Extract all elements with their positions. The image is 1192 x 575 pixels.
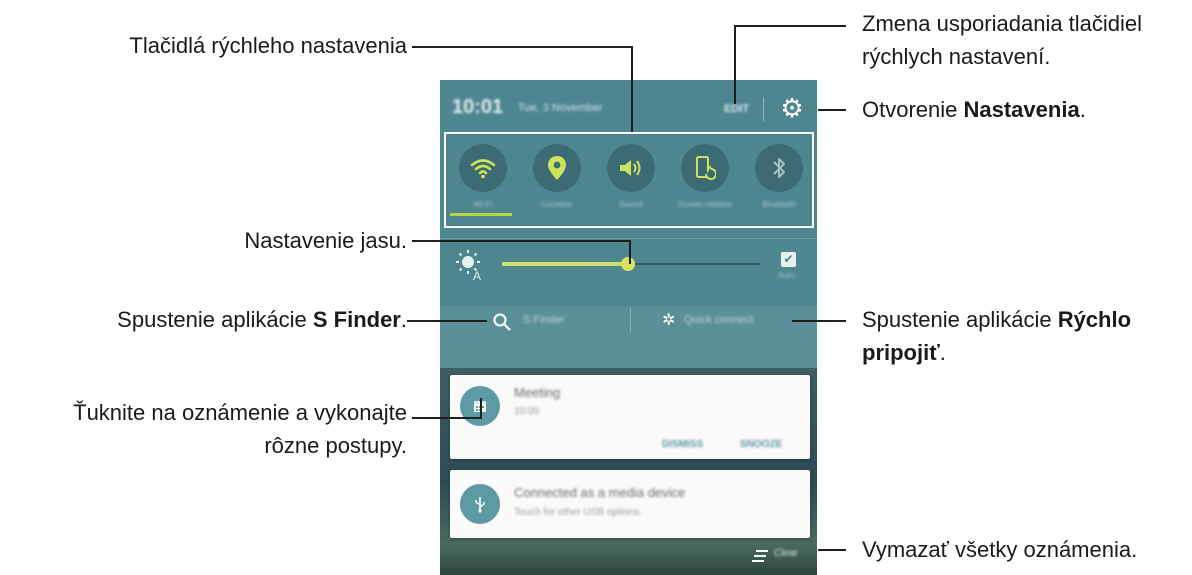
speaker-icon: [607, 144, 655, 192]
notification-subtitle: 10:00: [514, 406, 540, 417]
notification-card-usb[interactable]: Connected as a media device Touch for ot…: [450, 470, 810, 538]
callout-quick-connect-line2: pripojiť.: [862, 340, 946, 366]
quick-toggle-screen-rotation[interactable]: Screen rotation: [670, 144, 740, 209]
quick-toggle-wifi[interactable]: Wi-Fi: [448, 144, 518, 209]
quick-toggle-label: Screen rotation: [677, 200, 733, 209]
leader-line: [734, 25, 736, 104]
callout-bold-text: Rýchlo: [1057, 307, 1132, 332]
callout-rearrange-line1: Zmena usporiadania tlačidiel: [862, 11, 1143, 36]
leader-line: [412, 240, 631, 242]
brightness-slider-thumb[interactable]: [621, 257, 635, 271]
search-icon[interactable]: [492, 312, 512, 332]
callout-text: Spustenie aplikácie: [117, 307, 313, 332]
callout-quick-settings-buttons: Tlačidlá rýchleho nastavenia: [129, 33, 407, 58]
leader-line: [629, 240, 631, 264]
callout-text: .: [939, 340, 946, 365]
header-divider: [763, 97, 764, 121]
callout-notification-line1: Ťuknite na oznámenie a vykonajte: [73, 400, 407, 425]
quick-toggle-sound[interactable]: Sound: [596, 144, 666, 209]
callout-brightness: Nastavenie jasu.: [244, 228, 407, 253]
clear-all-icon[interactable]: [751, 549, 769, 563]
quick-connect-button[interactable]: Quick connect: [684, 314, 754, 326]
leader-line: [818, 549, 846, 551]
callout-text: Spustenie aplikácie: [862, 307, 1058, 332]
brightness-icon: A: [454, 248, 486, 283]
notification-subtitle: Touch for other USB options.: [514, 507, 642, 518]
auto-brightness-label: Auto: [778, 271, 795, 280]
quick-connect-icon[interactable]: ✲: [662, 312, 675, 330]
quick-toggle-label: Location: [541, 200, 573, 209]
clock: 10:01: [452, 96, 504, 118]
callout-notification-line2: rôzne postupy.: [264, 433, 407, 458]
quick-toggle-label: Sound: [619, 200, 643, 209]
quick-toggle-location[interactable]: Location: [522, 144, 592, 209]
callout-text: Otvorenie: [862, 97, 964, 122]
callout-bold-text: pripojiť: [862, 340, 940, 365]
leader-line: [818, 109, 846, 111]
callout-s-finder: Spustenie aplikácie S Finder.: [117, 307, 407, 333]
divider: [440, 238, 817, 239]
quick-toggle-label: Bluetooth: [762, 200, 796, 209]
callout-text: .: [1079, 97, 1086, 122]
notification-title: Connected as a media device: [514, 485, 686, 500]
wifi-icon: [459, 144, 507, 192]
quick-toggle-bluetooth[interactable]: Bluetooth: [744, 144, 814, 209]
clear-all-button[interactable]: Clear: [774, 548, 798, 559]
bluetooth-icon: [755, 144, 803, 192]
leader-line: [412, 46, 633, 48]
leader-line: [412, 417, 482, 419]
wifi-active-indicator: [450, 213, 512, 216]
auto-brightness-checkbox[interactable]: ✔: [781, 252, 796, 267]
date: Tue, 3 November: [518, 102, 603, 114]
callout-rearrange-line2: rýchlych nastavení.: [862, 44, 1051, 69]
callout-open-settings: Otvorenie Nastavenia.: [862, 97, 1086, 123]
usb-icon: [460, 484, 500, 524]
edit-button[interactable]: EDIT: [724, 103, 749, 115]
leader-line: [792, 320, 846, 322]
snooze-button[interactable]: SNOOZE: [740, 439, 782, 450]
shortcut-divider: [630, 308, 631, 332]
callout-bold-text: Nastavenia: [963, 97, 1080, 122]
quick-toggle-label: Wi-Fi: [473, 200, 493, 209]
brightness-fill: [502, 262, 628, 266]
svg-text:A: A: [473, 269, 481, 282]
s-finder-button[interactable]: S Finder: [523, 314, 565, 326]
callout-clear-all: Vymazať všetky oznámenia.: [862, 537, 1138, 562]
notification-panel: 10:01 Tue, 3 November EDIT ⚙ Wi-Fi Locat…: [440, 80, 817, 575]
notification-card-meeting[interactable]: Meeting 10:00 DISMISS SNOOZE: [450, 375, 810, 459]
leader-line: [631, 46, 633, 132]
callout-quick-connect-line1: Spustenie aplikácie Rýchlo: [862, 307, 1131, 333]
callout-bold-text: S Finder: [312, 307, 401, 332]
leader-line: [407, 320, 487, 322]
notification-title: Meeting: [514, 385, 561, 400]
leader-line: [734, 25, 846, 27]
settings-gear-icon[interactable]: ⚙: [778, 94, 806, 122]
screen-rotation-icon: [681, 144, 729, 192]
dismiss-button[interactable]: DISMISS: [662, 439, 703, 450]
leader-line: [480, 398, 482, 419]
location-pin-icon: [533, 144, 581, 192]
